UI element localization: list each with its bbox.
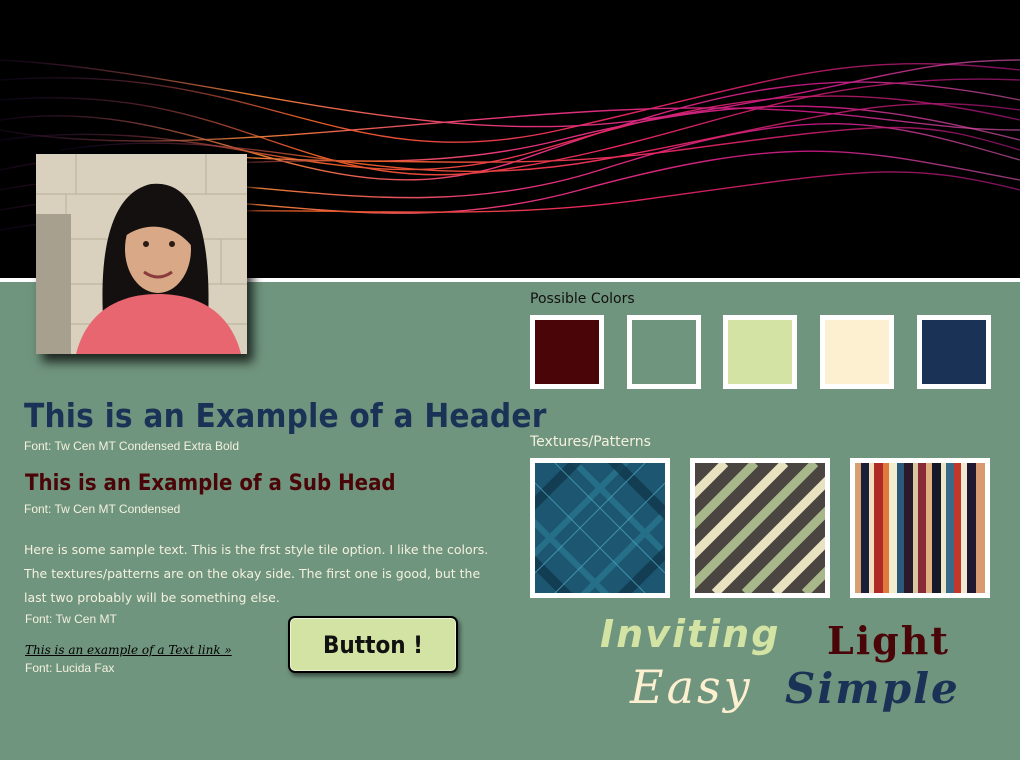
color-swatch (530, 315, 604, 389)
example-button[interactable]: Button ! (288, 616, 458, 673)
subhead-font-note: Font: Tw Cen MT Condensed (24, 502, 181, 516)
profile-photo (36, 154, 247, 354)
textures-label: Textures/Patterns (530, 434, 651, 450)
adjective-light: Light (827, 618, 950, 663)
color-swatch (723, 315, 797, 389)
vertical-stripe-texture (850, 458, 990, 598)
diagonal-stripe-texture (690, 458, 830, 598)
header-example: This is an Example of a Header (24, 396, 547, 435)
adjective-inviting: Inviting (600, 612, 781, 656)
adjective-simple: Simple (785, 664, 960, 713)
subhead-example: This is an Example of a Sub Head (25, 471, 396, 496)
adjective-easy: Easy (630, 660, 753, 714)
color-swatch (917, 315, 991, 389)
body-text-example: Here is some sample text. This is the fr… (24, 542, 489, 605)
plaid-texture (530, 458, 670, 598)
color-swatch (627, 315, 701, 389)
header-font-note: Font: Tw Cen MT Condensed Extra Bold (24, 439, 239, 453)
link-font-note: Font: Lucida Fax (25, 661, 115, 675)
colors-label: Possible Colors (530, 291, 635, 307)
color-swatch (820, 315, 894, 389)
text-link-example[interactable]: This is an example of a Text link » (25, 643, 232, 657)
body-font-note: Font: Tw Cen MT (25, 612, 117, 626)
